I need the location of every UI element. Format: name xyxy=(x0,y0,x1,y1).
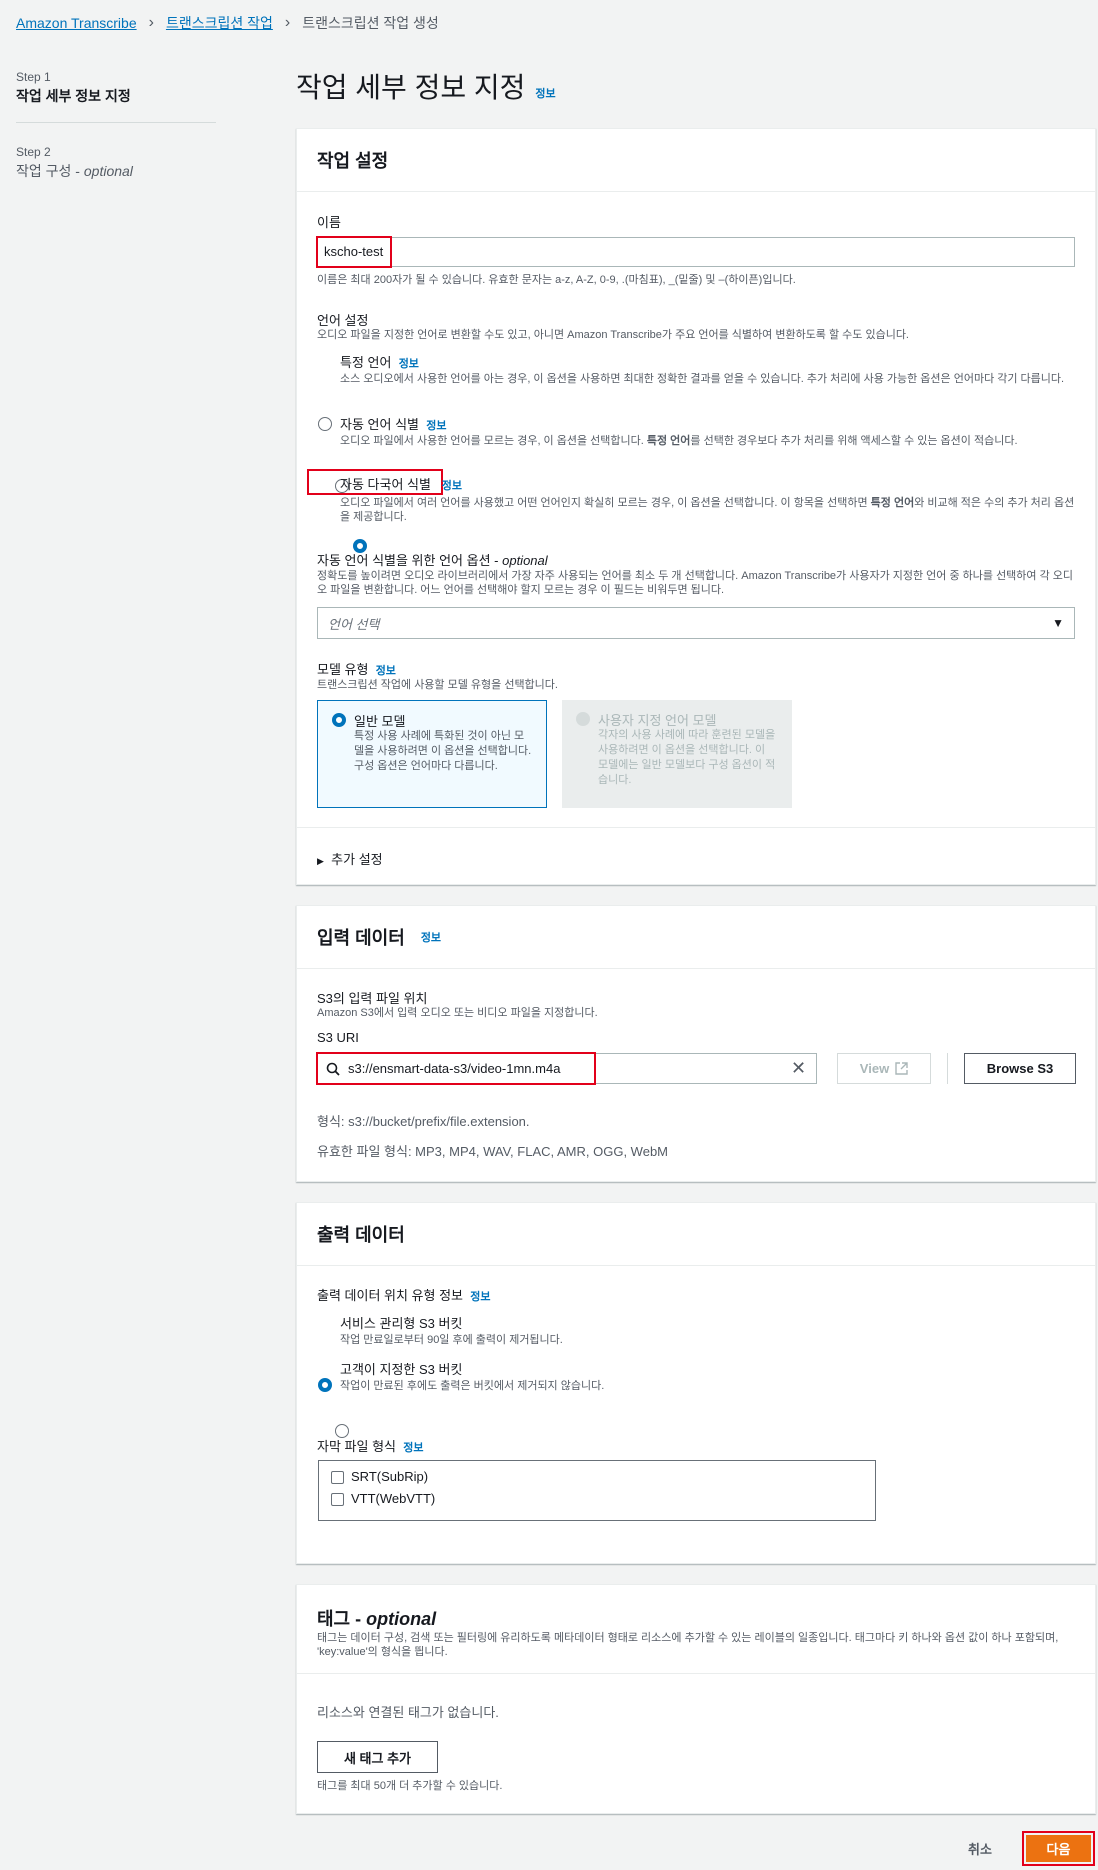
custom-model-title: 사용자 지정 언어 모델 xyxy=(598,713,717,728)
wizard-steps: Step 1 작업 세부 정보 지정 Step 2 작업 구성 - option… xyxy=(16,70,216,181)
input-data-header: 입력 데이터 정보 xyxy=(297,906,1095,969)
clear-icon[interactable]: ✕ xyxy=(791,1058,806,1079)
output-location-label: 출력 데이터 위치 유형 정보 정보 xyxy=(317,1288,491,1303)
specific-language-info-link[interactable]: 정보 xyxy=(399,358,419,370)
name-label: 이름 xyxy=(317,215,341,230)
s3-uri-label: S3 URI xyxy=(317,1030,359,1045)
subtitle-info-link[interactable]: 정보 xyxy=(403,1442,423,1454)
page-info-link[interactable]: 정보 xyxy=(535,85,555,101)
service-managed-radio[interactable] xyxy=(318,1378,332,1392)
chevron-right-icon: › xyxy=(284,14,291,31)
external-link-icon xyxy=(895,1062,908,1075)
general-model-tile[interactable]: 일반 모델 특정 사용 사례에 특화된 것이 아닌 모델을 사용하려면 이 옵션… xyxy=(317,700,547,808)
language-options-desc: 정확도를 높이려면 오디오 라이브러리에서 가장 자주 사용되는 언어를 최소 … xyxy=(317,570,1074,596)
customer-specified-desc: 작업이 만료된 후에도 출력은 버킷에서 제거되지 않습니다. xyxy=(340,1380,605,1392)
job-settings-panel: 작업 설정 이름 kscho-test 이름은 최대 200자가 될 수 있습니… xyxy=(296,128,1096,885)
valid-formats: 유효한 파일 형식: MP3, MP4, WAV, FLAC, AMR, OGG… xyxy=(317,1144,669,1159)
page-title: 작업 세부 정보 지정 정보 xyxy=(296,72,556,103)
specific-language-label[interactable]: 특정 언어 정보 xyxy=(340,352,419,371)
srt-checkbox[interactable] xyxy=(331,1471,344,1484)
name-input[interactable] xyxy=(317,237,1075,267)
view-button[interactable]: View xyxy=(837,1053,931,1084)
general-model-desc: 특정 사용 사례에 특화된 것이 아닌 모델을 사용하려면 이 옵션을 선택합니… xyxy=(354,730,532,772)
model-type-label: 모델 유형 정보 xyxy=(317,662,396,677)
specific-language-radio[interactable] xyxy=(318,417,332,431)
auto-language-label[interactable]: 자동 언어 식별 정보 xyxy=(340,414,446,433)
tags-panel: 태그 - optional 태그는 데이터 구성, 검색 또는 필터링에 유리하… xyxy=(296,1584,1096,1814)
step2-number: Step 2 xyxy=(16,145,51,159)
breadcrumb-current: 트랜스크립션 작업 생성 xyxy=(302,15,439,31)
cancel-button[interactable]: 취소 xyxy=(968,1839,992,1858)
customer-specified-label[interactable]: 고객이 지정한 S3 버킷 xyxy=(340,1359,462,1378)
additional-settings-toggle[interactable]: ▶ 추가 설정 xyxy=(317,849,383,868)
language-settings-desc: 오디오 파일을 지정한 언어로 변환할 수도 있고, 아니면 Amazon Tr… xyxy=(317,329,909,341)
caret-right-icon: ▶ xyxy=(317,856,324,866)
language-options-label: 자동 언어 식별을 위한 언어 옵션 - optional xyxy=(317,553,548,568)
job-settings-header: 작업 설정 xyxy=(297,129,1095,192)
chevron-right-icon: › xyxy=(148,14,154,31)
divider xyxy=(297,1673,1095,1674)
output-data-header: 출력 데이터 xyxy=(297,1203,1095,1266)
next-button-highlight: 다음 xyxy=(1022,1831,1095,1866)
custom-model-tile: 사용자 지정 언어 모델 각자의 사용 사례에 따라 훈련된 모델을 사용하려면… xyxy=(562,700,792,808)
uri-format-hint: 형식: s3://bucket/prefix/file.extension. xyxy=(317,1114,530,1129)
language-settings-label: 언어 설정 xyxy=(317,313,369,328)
no-tags-text: 리소스와 연결된 태그가 없습니다. xyxy=(317,1705,499,1720)
input-data-panel: 입력 데이터 정보 S3의 입력 파일 위치 Amazon S3에서 입력 오디오… xyxy=(296,905,1096,1182)
custom-model-desc: 각자의 사용 사례에 따라 훈련된 모델을 사용하려면 이 옵션을 선택합니다.… xyxy=(598,729,776,786)
step1-number: Step 1 xyxy=(16,70,51,84)
general-model-title: 일반 모델 xyxy=(354,714,406,729)
vtt-checkbox[interactable] xyxy=(331,1493,344,1506)
caret-down-icon: ▼ xyxy=(1052,616,1064,630)
s3-uri-value-highlight: s3://ensmart-data-s3/video-1mn.m4a xyxy=(316,1052,596,1085)
add-tag-button[interactable]: 새 태그 추가 xyxy=(317,1741,438,1773)
next-button[interactable]: 다음 xyxy=(1026,1835,1091,1862)
model-type-desc: 트랜스크립션 작업에 사용할 모델 유형을 선택합니다. xyxy=(317,679,558,691)
step-divider xyxy=(16,122,216,123)
model-type-info-link[interactable]: 정보 xyxy=(376,665,396,677)
tag-limit-text: 태그를 최대 50개 더 추가할 수 있습니다. xyxy=(317,1780,503,1792)
tags-header: 태그 - optional xyxy=(317,1609,437,1629)
input-info-link[interactable]: 정보 xyxy=(421,929,441,945)
breadcrumb-transcribe-link[interactable]: Amazon Transcribe xyxy=(16,15,137,31)
name-hint: 이름은 최대 200자가 될 수 있습니다. 유효한 문자는 a-z, A-Z,… xyxy=(317,274,796,286)
output-info-link[interactable]: 정보 xyxy=(470,1291,490,1303)
multi-language-label[interactable]: 자동 다국어 식별 정보 xyxy=(340,474,462,493)
button-divider xyxy=(947,1053,948,1084)
service-managed-label[interactable]: 서비스 관리형 S3 버킷 xyxy=(340,1313,462,1332)
auto-language-desc: 오디오 파일에서 사용한 언어를 모르는 경우, 이 옵션을 선택합니다. 특정… xyxy=(340,435,1018,447)
input-location-desc: Amazon S3에서 입력 오디오 또는 비디오 파일을 지정합니다. xyxy=(317,1007,598,1019)
browse-s3-button[interactable]: Browse S3 xyxy=(964,1053,1076,1084)
step2-title[interactable]: 작업 구성 - optional xyxy=(16,161,216,181)
divider xyxy=(297,827,1095,828)
language-select-placeholder: 언어 선택 xyxy=(328,616,380,632)
tags-desc: 태그는 데이터 구성, 검색 또는 필터링에 유리하도록 메타데이터 형태로 리… xyxy=(317,1632,1059,1658)
srt-label[interactable]: SRT(SubRip) xyxy=(351,1469,428,1484)
search-icon xyxy=(326,1062,340,1076)
output-data-panel: 출력 데이터 출력 데이터 위치 유형 정보 정보 서비스 관리형 S3 버킷 … xyxy=(296,1202,1096,1564)
specific-language-desc: 소스 오디오에서 사용한 언어를 아는 경우, 이 옵션을 사용하면 최대한 정… xyxy=(340,373,1065,385)
name-value: kscho-test xyxy=(316,236,392,268)
multi-language-desc: 오디오 파일에서 여러 언어를 사용했고 어떤 언어인지 확실히 모르는 경우,… xyxy=(340,497,1075,523)
general-model-radio[interactable] xyxy=(332,713,346,727)
step1-title: 작업 세부 정보 지정 xyxy=(16,88,131,104)
input-location-label: S3의 입력 파일 위치 xyxy=(317,991,428,1006)
breadcrumb-jobs-link[interactable]: 트랜스크립션 작업 xyxy=(166,13,273,33)
multi-language-info-link[interactable]: 정보 xyxy=(442,480,462,492)
vtt-label[interactable]: VTT(WebVTT) xyxy=(351,1491,435,1506)
language-select[interactable]: 언어 선택 ▼ xyxy=(317,607,1075,639)
subtitle-format-label: 자막 파일 형식 정보 xyxy=(317,1439,424,1454)
s3-uri-value: s3://ensmart-data-s3/video-1mn.m4a xyxy=(348,1061,561,1076)
subtitle-format-group: SRT(SubRip) VTT(WebVTT) xyxy=(318,1460,876,1521)
custom-model-radio xyxy=(576,712,590,726)
service-managed-desc: 작업 만료일로부터 90일 후에 출력이 제거됩니다. xyxy=(340,1334,563,1346)
breadcrumb: Amazon Transcribe › 트랜스크립션 작업 › 트랜스크립션 작… xyxy=(16,13,439,33)
auto-language-info-link[interactable]: 정보 xyxy=(426,420,446,432)
